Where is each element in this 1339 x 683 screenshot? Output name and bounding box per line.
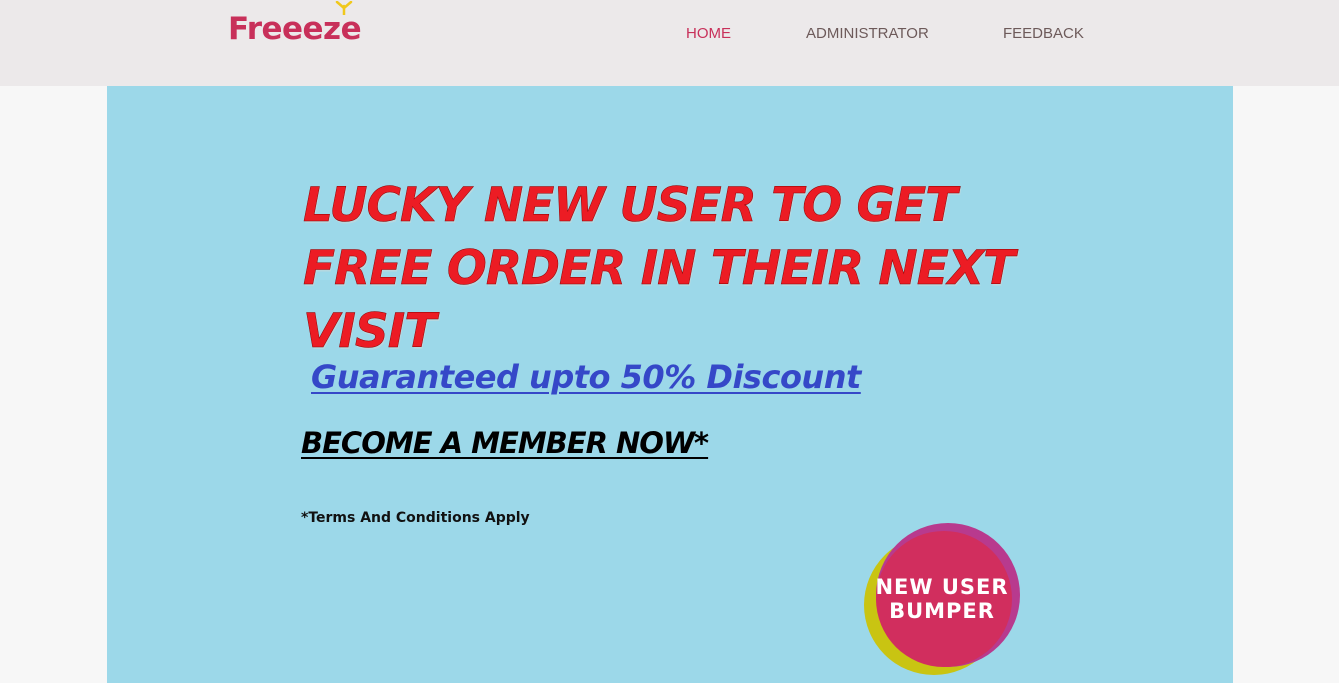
nav-home-link[interactable]: HOME — [686, 25, 731, 42]
brand-name: Freeeze — [228, 11, 362, 47]
promo-headline: LUCKY NEW USER TO GET FREE ORDER IN THEI… — [303, 178, 1016, 360]
sprout-icon — [335, 1, 353, 15]
new-user-bumper-badge[interactable]: NEW USER BUMPER — [864, 523, 1024, 675]
nav-administrator-link[interactable]: ADMINISTRATOR — [806, 25, 929, 42]
become-member-link[interactable]: BECOME A MEMBER NOW* — [301, 426, 709, 460]
badge-line-1: NEW USER — [875, 575, 1009, 599]
nav-feedback-link[interactable]: FEEDBACK — [1003, 25, 1084, 42]
terms-note: *Terms And Conditions Apply — [301, 510, 530, 526]
badge-line-2: BUMPER — [889, 599, 995, 623]
badge-label: NEW USER BUMPER — [870, 575, 1014, 623]
promo-banner: LUCKY NEW USER TO GET FREE ORDER IN THEI… — [107, 86, 1233, 683]
top-navbar: Freeeze HOME ADMINISTRATOR FEEDBACK — [0, 0, 1339, 86]
brand-logo[interactable]: Freeeze — [228, 1, 362, 47]
discount-link[interactable]: Guaranteed upto 50% Discount — [311, 358, 861, 396]
